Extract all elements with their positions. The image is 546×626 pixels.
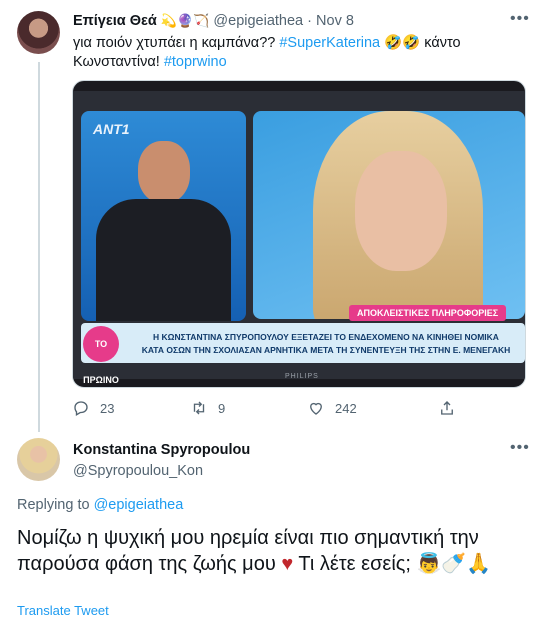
- retweet-icon: [193, 401, 205, 415]
- author-handle[interactable]: @Spyropoulou_Kon: [73, 463, 203, 479]
- avatar[interactable]: [17, 438, 60, 481]
- author-name-emojis: 💫🔮🏹: [160, 13, 210, 28]
- replying-prefix: Replying to: [17, 497, 94, 513]
- hashtag-link[interactable]: #toprwino: [164, 54, 227, 70]
- author-handle[interactable]: @epigeiathea: [213, 13, 303, 29]
- author-name[interactable]: Επίγεια Θεά: [73, 13, 157, 29]
- like-button[interactable]: 242: [307, 398, 357, 418]
- tv-screen: ANT1 ΑΠΟΚΛΕΙΣΤΙΚΕΣ ΠΛΗΡΟΦΟΡΙΕΣ ΤΟ ΠΡΩΙΝΟ…: [73, 91, 525, 385]
- more-icon[interactable]: •••: [510, 439, 530, 457]
- channel-logo: ANT1: [93, 121, 130, 137]
- reply-count: 23: [100, 400, 115, 416]
- tweet-media-image[interactable]: ANT1 ΑΠΟΚΛΕΙΣΤΙΚΕΣ ΠΛΗΡΟΦΟΡΙΕΣ ΤΟ ΠΡΩΙΝΟ…: [72, 80, 526, 388]
- ticker-line: ΚΑΤΑ ΟΣΩΝ ΤΗΝ ΣΧΟΛΙΑΣΑΝ ΑΡΝΗΤΙΚΑ ΜΕΤΑ ΤΗ…: [141, 345, 511, 355]
- like-icon: [310, 402, 322, 415]
- more-icon[interactable]: •••: [510, 10, 530, 28]
- tweet-text: Νομίζω η ψυχική μου ηρεμία είναι πιο σημ…: [17, 525, 527, 577]
- thread-connector-line: [38, 62, 40, 432]
- avatar[interactable]: [17, 11, 60, 54]
- heart-emoji: ♥: [281, 553, 294, 575]
- tweet-text-part: για ποιόν χτυπάει η καμπάνα??: [73, 35, 280, 51]
- separator-dot: ·: [307, 13, 313, 29]
- reply-icon: [74, 401, 88, 416]
- author-name[interactable]: Konstantina Spyropoulou: [73, 442, 250, 458]
- like-count: 242: [335, 400, 357, 416]
- replying-handle-link[interactable]: @epigeiathea: [94, 497, 184, 513]
- tweet-header: Επίγεια Θεά 💫🔮🏹 @epigeiathea · Nov 8: [73, 12, 354, 30]
- share-icon: [441, 401, 453, 415]
- hashtag-link[interactable]: #SuperKaterina: [279, 35, 380, 51]
- presenter-figure: [96, 141, 231, 321]
- translate-tweet-link[interactable]: Translate Tweet: [17, 603, 109, 618]
- exclusive-banner: ΑΠΟΚΛΕΙΣΤΙΚΕΣ ΠΛΗΡΟΦΟΡΙΕΣ: [349, 305, 507, 321]
- ticker-text: Η ΚΩΝΣΤΑΝΤΙΝΑ ΣΠΥΡΟΠΟΥΛΟΥ ΕΞΕΤΑΖΕΙ ΤΟ ΕΝ…: [131, 331, 521, 357]
- share-button[interactable]: [438, 398, 456, 418]
- reply-button[interactable]: 23: [72, 398, 114, 418]
- retweet-button[interactable]: 9: [190, 398, 225, 418]
- replying-to: Replying to @epigeiathea: [17, 497, 183, 513]
- tweet-date[interactable]: Nov 8: [316, 13, 354, 29]
- tweet-text-part: Τι λέτε εσείς; 👼🍼🙏: [293, 553, 492, 575]
- studio-panel: ANT1: [81, 111, 246, 321]
- guest-figure: [313, 111, 483, 319]
- tv-brand: PHILIPS: [285, 373, 319, 380]
- tweet-text: για ποιόν χτυπάει η καμπάνα?? #SuperKate…: [73, 34, 513, 72]
- retweet-count: 9: [218, 400, 226, 416]
- ticker-line: Η ΚΩΝΣΤΑΝΤΙΝΑ ΣΠΥΡΟΠΟΥΛΟΥ ΕΞΕΤΑΖΕΙ ΤΟ ΕΝ…: [153, 332, 499, 342]
- show-logo: ΤΟ ΠΡΩΙΝΟ: [83, 326, 119, 385]
- guest-panel: [253, 111, 525, 319]
